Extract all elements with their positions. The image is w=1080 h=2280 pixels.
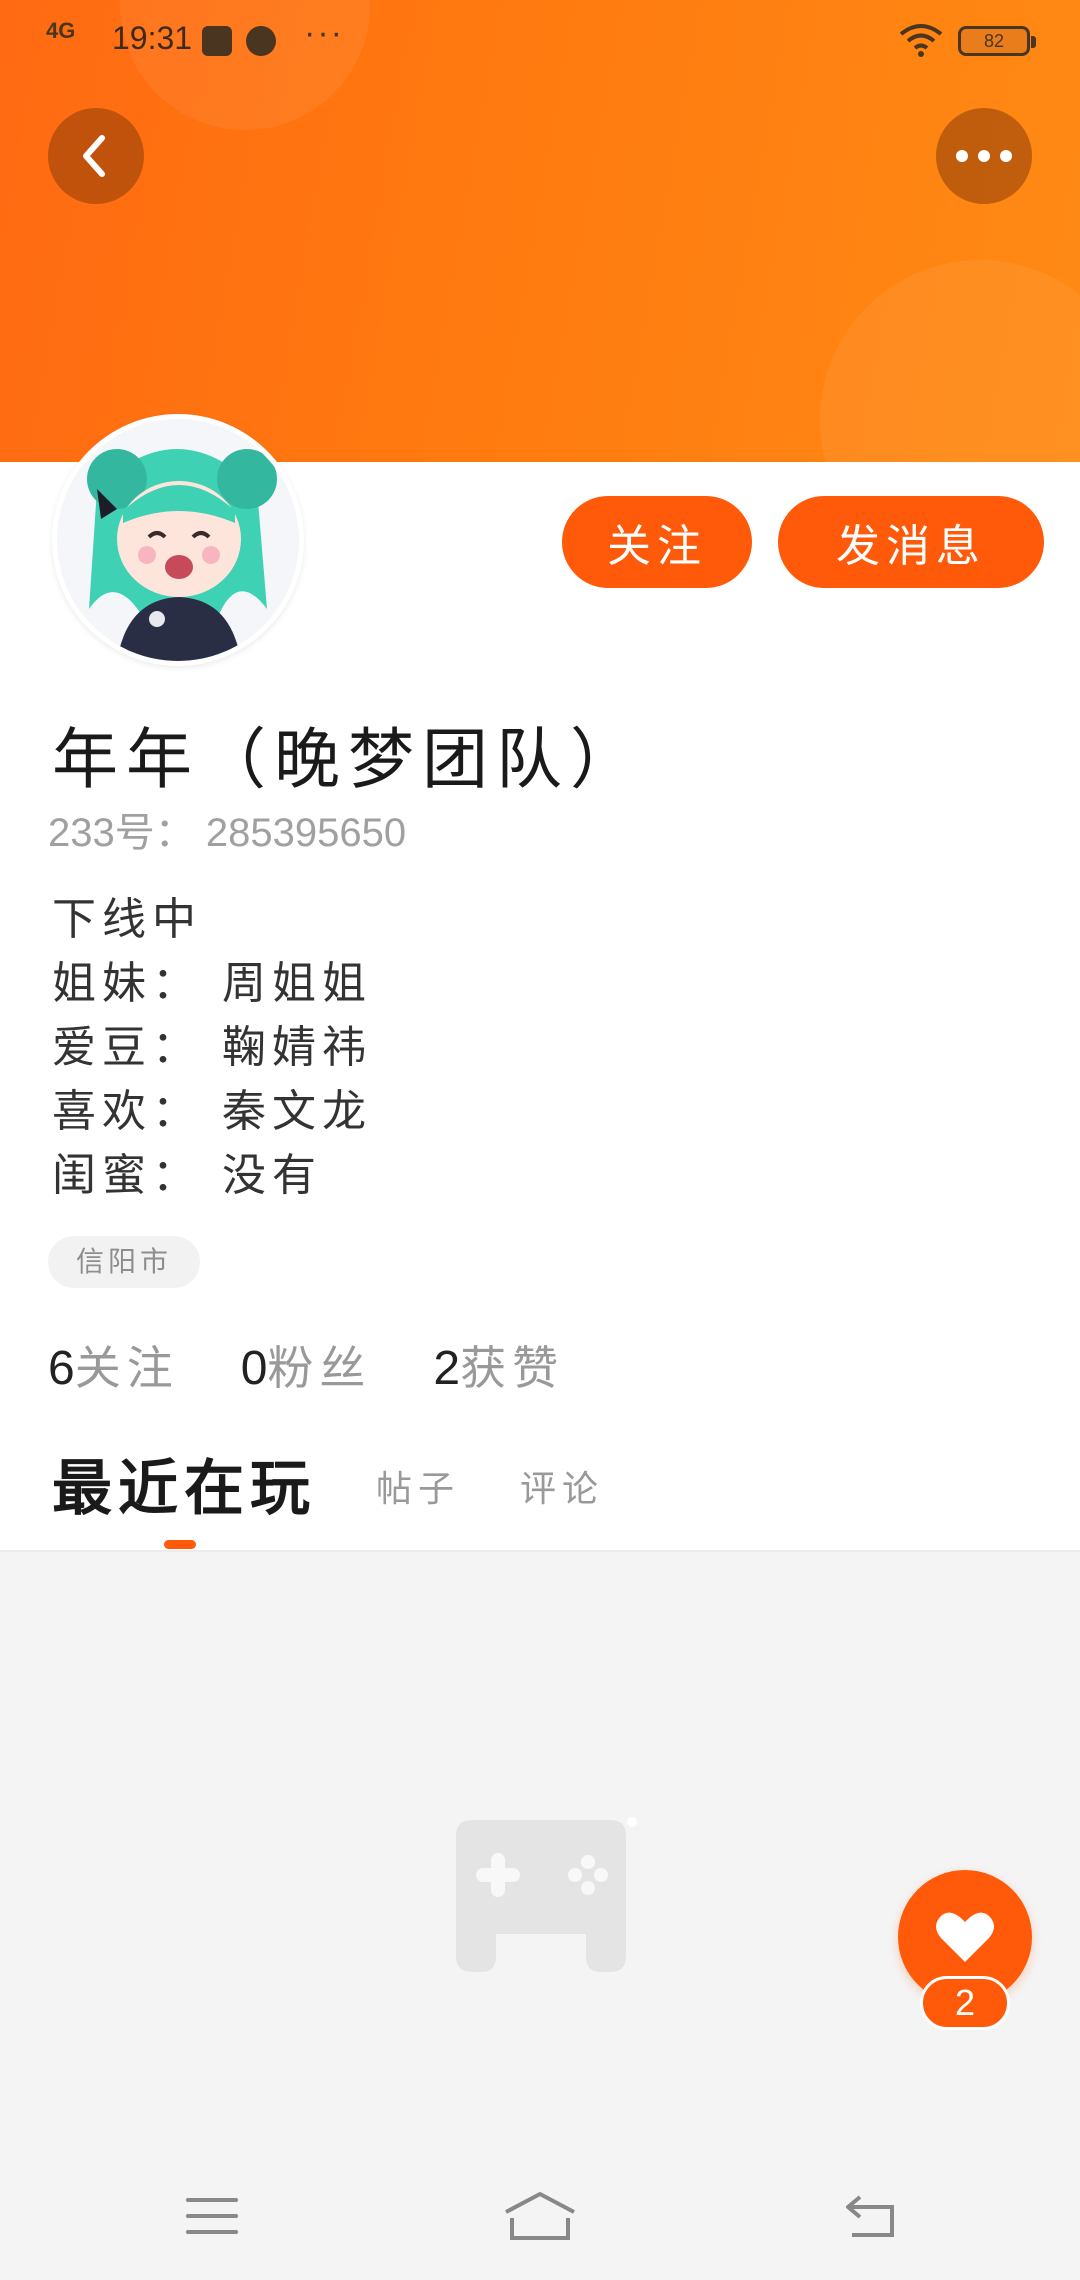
tab-comments[interactable]: 评论 xyxy=(520,1460,604,1512)
network-indicator: 4G xyxy=(46,18,76,43)
recently-played-content xyxy=(0,1550,1080,2148)
tab-posts[interactable]: 帖子 xyxy=(376,1460,460,1512)
send-message-button[interactable]: 发消息 xyxy=(778,496,1044,588)
heart-icon xyxy=(936,1912,994,1962)
status-bar: 4G 19:31 ··· 82 xyxy=(0,0,1080,80)
likes-stat[interactable]: 2 获赞 xyxy=(433,1332,564,1398)
gamepad-icon xyxy=(456,1817,637,1972)
app-notification-icon xyxy=(246,26,276,56)
system-back-button[interactable] xyxy=(830,2186,910,2246)
chevron-left-icon xyxy=(83,135,105,177)
tab-recently-played[interactable]: 最近在玩 xyxy=(52,1440,316,1527)
home-button[interactable] xyxy=(500,2186,580,2246)
followers-label: 粉丝 xyxy=(267,1341,372,1395)
menu-button[interactable] xyxy=(172,2186,252,2246)
menu-icon xyxy=(186,2198,238,2234)
user-id: 233号： 285395650 xyxy=(48,811,407,855)
followers-count: 0 xyxy=(240,1342,268,1395)
followers-stat[interactable]: 0 粉丝 xyxy=(241,1332,372,1398)
avatar-image xyxy=(57,419,299,661)
profile-tabs: 最近在玩 帖子 评论 xyxy=(52,1440,1052,1550)
location-tag: 信阳市 xyxy=(48,1236,201,1288)
more-options-button[interactable] xyxy=(936,108,1032,204)
back-button[interactable] xyxy=(48,108,144,204)
bio-line: 闺蜜： 没有 xyxy=(52,1150,322,1201)
avatar[interactable] xyxy=(52,414,304,666)
profile-name: 年年（晚梦团队） xyxy=(52,721,644,798)
notification-icon xyxy=(202,26,232,56)
following-count: 6 xyxy=(48,1342,75,1395)
stats-row: 6 关注 0 粉丝 2 获赞 xyxy=(48,1332,564,1398)
likes-received-label: 获赞 xyxy=(460,1341,565,1395)
tab-indicator xyxy=(164,1540,196,1549)
home-icon xyxy=(505,2192,575,2240)
bio-line: 下线中 xyxy=(52,894,202,945)
follow-button[interactable]: 关注 xyxy=(562,496,752,588)
more-notifications-icon: ··· xyxy=(304,14,344,52)
system-nav-bar xyxy=(0,2148,1080,2280)
wifi-icon xyxy=(899,24,943,57)
bio-line: 喜欢： 秦文龙 xyxy=(52,1086,372,1137)
back-icon xyxy=(846,2195,894,2237)
bio-line: 姐妹： 周姐姐 xyxy=(52,958,372,1009)
following-label: 关注 xyxy=(74,1341,179,1395)
bio-line: 爱豆： 鞠婧祎 xyxy=(52,1022,372,1073)
battery-icon: 82 xyxy=(958,26,1036,56)
likes-received-count: 2 xyxy=(433,1342,461,1395)
like-count-badge: 2 xyxy=(920,1976,1010,2030)
more-horizontal-icon xyxy=(956,150,1012,162)
bio: 下线中 姐妹： 周姐姐 爱豆： 鞠婧祎 喜欢： 秦文龙 闺蜜： 没有 xyxy=(52,888,372,1208)
status-time: 19:31 xyxy=(112,20,193,56)
profile-page: 4G 19:31 ··· 82 关注 发消息 年年（晚梦团队） 233号： 28… xyxy=(0,0,1080,2280)
following-stat[interactable]: 6 关注 xyxy=(48,1332,179,1398)
